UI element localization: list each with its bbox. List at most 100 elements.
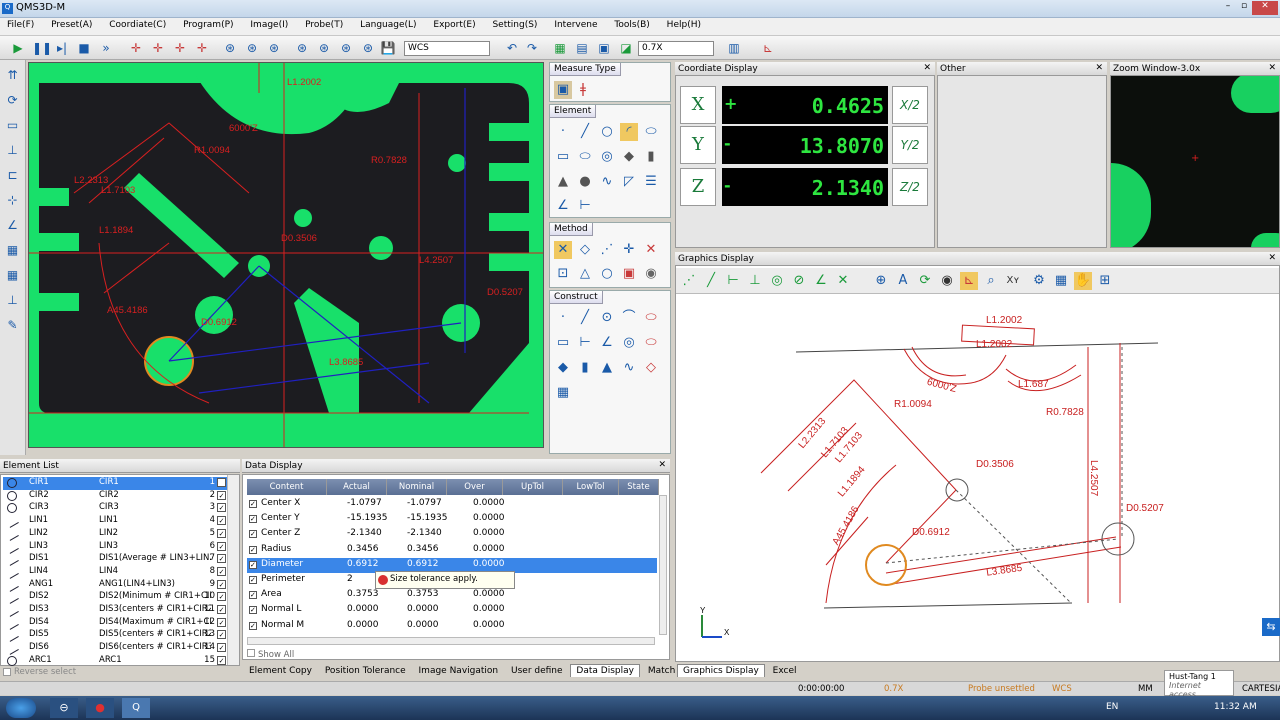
curve-tool-icon[interactable]: ∿: [598, 173, 616, 191]
method-plus-icon[interactable]: ✛: [620, 241, 638, 259]
row-checkbox[interactable]: ✓: [249, 591, 257, 600]
method-sq-icon[interactable]: ▣: [620, 265, 638, 283]
report-icon[interactable]: ▥: [726, 40, 742, 56]
lens-icon[interactable]: ◪: [618, 40, 634, 56]
menu-tools[interactable]: Tools(B): [607, 18, 656, 32]
frame-icon[interactable]: ▭: [5, 117, 21, 133]
ellipse-tool-icon[interactable]: ⬭: [642, 123, 660, 141]
z-half-button[interactable]: Z/2: [892, 168, 928, 206]
tab-data-display[interactable]: Data Display: [570, 664, 640, 677]
g-xy-icon[interactable]: Xʏ: [1004, 272, 1022, 290]
construct-width-icon[interactable]: ⊢: [576, 334, 594, 352]
construct-calc-icon[interactable]: ▦: [554, 384, 572, 402]
probe-circle-icon[interactable]: ✛: [172, 40, 188, 56]
side-swap-icon[interactable]: ⇆: [1262, 618, 1280, 636]
g-rotate-icon[interactable]: ⟳: [916, 272, 934, 290]
method-box-icon[interactable]: ⊡: [554, 265, 572, 283]
minimize-button[interactable]: –: [1220, 1, 1236, 15]
g-axis-icon[interactable]: ⊾: [960, 272, 978, 290]
width-tool-icon[interactable]: ⊢: [576, 197, 594, 215]
g-text-icon[interactable]: A: [894, 272, 912, 290]
element-checkbox[interactable]: ✓: [217, 541, 226, 551]
g-zoom-fit-icon[interactable]: ⊕: [872, 272, 890, 290]
list-item[interactable]: DIS2 DIS2(Minimum # CIR1+CIR2)10✓: [3, 590, 227, 605]
tab-excel[interactable]: Excel: [768, 665, 802, 677]
tab-element-copy[interactable]: Element Copy: [244, 665, 317, 677]
align-3-icon[interactable]: ⊛: [338, 40, 354, 56]
menu-program[interactable]: Program(P): [176, 18, 240, 32]
method-points-icon[interactable]: ⋰: [598, 241, 616, 259]
grid-icon[interactable]: ▦: [5, 242, 21, 258]
menu-preset[interactable]: Preset(A): [44, 18, 99, 32]
chart-icon[interactable]: ▤: [574, 40, 590, 56]
probe-sphere-icon[interactable]: ⊛: [222, 40, 238, 56]
col-nominal[interactable]: Nominal: [387, 479, 447, 495]
g-circle-icon[interactable]: ◎: [768, 272, 786, 290]
camera-measure-icon[interactable]: ▣: [554, 81, 572, 99]
fit-icon[interactable]: ⊏: [5, 167, 21, 183]
element-checkbox[interactable]: ✓: [217, 503, 226, 513]
align-1-icon[interactable]: ⊛: [294, 40, 310, 56]
close-button[interactable]: ✕: [1252, 1, 1278, 15]
image-icon[interactable]: ▦: [552, 40, 568, 56]
g-width-icon[interactable]: ⊢: [724, 272, 742, 290]
table-row[interactable]: ✓ Normal L 0.0000 0.0000 0.0000: [247, 603, 657, 618]
pen-icon[interactable]: ✎: [5, 317, 21, 333]
col-actual[interactable]: Actual: [327, 479, 387, 495]
construct-contour-icon[interactable]: ◇: [642, 359, 660, 377]
align-4-icon[interactable]: ⊛: [360, 40, 376, 56]
element-checkbox[interactable]: ✓: [217, 605, 226, 614]
taskbar-record-icon[interactable]: ●: [86, 698, 114, 718]
undo-icon[interactable]: ↶: [504, 40, 520, 56]
x-half-button[interactable]: X/2: [892, 86, 928, 124]
show-all[interactable]: Show All: [247, 649, 294, 660]
menu-probe[interactable]: Probe(T): [298, 18, 350, 32]
angle-icon[interactable]: ∠: [5, 217, 21, 233]
slot-tool-icon[interactable]: ⬭: [576, 148, 594, 166]
list-item[interactable]: CIR2 CIR2 2 ✓: [3, 490, 227, 503]
camera-view[interactable]: L1.2002 R1.0094 R0.7828 L2.2313 L1.7103 …: [28, 62, 544, 448]
row-checkbox[interactable]: ✓: [249, 576, 257, 584]
table-row[interactable]: ✓ Center Z -2.1340 -2.1340 0.0000: [247, 527, 657, 542]
tab-graphics-display[interactable]: Graphics Display: [677, 664, 765, 677]
step-icon[interactable]: ▸|: [54, 40, 70, 56]
zoom-close-icon[interactable]: ✕: [1268, 63, 1276, 73]
taskbar-lang[interactable]: EN: [1106, 702, 1118, 712]
taskbar-app-icon[interactable]: Q: [122, 698, 150, 718]
method-tri-icon[interactable]: △: [576, 265, 594, 283]
element-checkbox[interactable]: ✓: [217, 643, 226, 653]
table-row[interactable]: ✓ Center X -1.0797 -1.0797 0.0000: [247, 497, 657, 512]
data-display-scrollbar[interactable]: [659, 495, 667, 635]
g-point-icon[interactable]: ⋰: [680, 272, 698, 290]
other-close-icon[interactable]: ✕: [1095, 63, 1103, 73]
row-checkbox[interactable]: ✓: [249, 560, 257, 569]
reverse-select[interactable]: Reverse select: [0, 667, 240, 679]
maximize-button[interactable]: ▫: [1236, 1, 1252, 15]
g-layers-icon[interactable]: ▦: [1052, 272, 1070, 290]
method-cross-icon[interactable]: ✕: [554, 241, 572, 259]
col-uptol[interactable]: UpTol: [503, 479, 563, 495]
method-x-icon[interactable]: ✕: [642, 241, 660, 259]
list-item[interactable]: DIS4 DIS4(Maximum # CIR1+CIR2 12 ✓: [3, 615, 227, 630]
method-target-icon[interactable]: ◉: [642, 265, 660, 283]
construct-line-icon[interactable]: ╱: [576, 309, 594, 327]
method-diamond-icon[interactable]: ◇: [576, 241, 594, 259]
rect-tool-icon[interactable]: ▭: [554, 148, 572, 166]
edge-icon[interactable]: ⊥: [5, 142, 21, 158]
plane-tool-icon[interactable]: ◆: [620, 148, 638, 166]
cone-tool-icon[interactable]: ▲: [554, 173, 572, 191]
contour-tool-icon[interactable]: ◸: [620, 173, 638, 191]
tab-position-tolerance[interactable]: Position Tolerance: [320, 665, 411, 677]
construct-cone-icon[interactable]: ▲: [598, 359, 616, 377]
list-item[interactable]: DIS6 DIS6(centers # CIR1+CIR3) 14 ✓: [3, 641, 227, 655]
element-checkbox[interactable]: ✓: [217, 566, 226, 576]
row-checkbox[interactable]: ✓: [249, 530, 257, 539]
element-checkbox[interactable]: ✓: [217, 516, 226, 526]
menu-language[interactable]: Language(L): [353, 18, 423, 32]
reverse-select-checkbox[interactable]: [3, 668, 11, 676]
crosshair-icon[interactable]: ⊹: [5, 192, 21, 208]
table-row[interactable]: ✓ Center Y -15.1935 -15.1935 0.0000: [247, 512, 657, 527]
row-checkbox[interactable]: ✓: [249, 515, 257, 524]
g-view-icon[interactable]: ◉: [938, 272, 956, 290]
col-content[interactable]: Content: [247, 479, 327, 495]
